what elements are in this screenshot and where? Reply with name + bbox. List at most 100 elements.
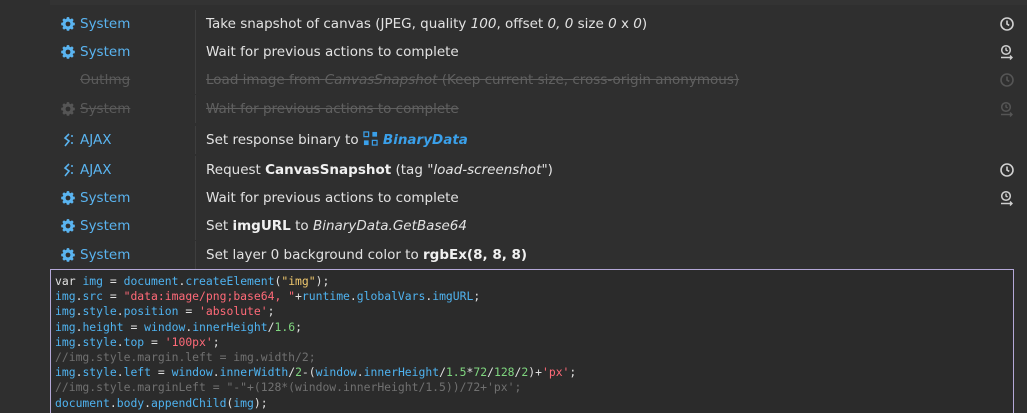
event-row[interactable]: OutImg Load image from CanvasSnapshot (Ke… xyxy=(50,66,1027,94)
event-row[interactable]: System Set layer 0 background color to rg… xyxy=(50,241,1027,269)
action-part: CanvasSnapshot xyxy=(265,162,392,178)
object-cell[interactable]: System xyxy=(50,212,196,240)
code-token: appendChild xyxy=(151,395,227,410)
code-token: window xyxy=(144,319,186,334)
code-token: "img" xyxy=(281,274,316,288)
code-token: . xyxy=(349,289,357,304)
object-cell[interactable]: System xyxy=(50,38,196,66)
object-cell[interactable]: System xyxy=(50,10,196,38)
object-cell[interactable]: OutImg xyxy=(50,66,196,94)
object-name: OutImg xyxy=(80,72,131,88)
code-token: 1.5 xyxy=(445,365,467,380)
code-line: img. src = "data:image/png;base64, "+runt… xyxy=(55,289,1013,304)
event-row[interactable]: System Set imgURL to BinaryData.GetBase64 xyxy=(50,212,1027,240)
code-token: window xyxy=(315,365,357,380)
code-token: . xyxy=(116,304,124,319)
code-token: left xyxy=(123,365,152,380)
code-token: body xyxy=(116,395,145,410)
gear-icon xyxy=(60,247,76,263)
binary-icon xyxy=(363,130,378,150)
action-text[interactable]: Request CanvasSnapshot (tag "load-screen… xyxy=(196,162,987,178)
gear-icon xyxy=(60,16,76,32)
object-cell[interactable]: AJAX xyxy=(50,156,196,184)
event-row[interactable]: System Wait for previous actions to compl… xyxy=(50,38,1027,66)
code-token: img xyxy=(55,304,76,319)
code-token: ; xyxy=(212,334,220,349)
wait-icon xyxy=(987,44,1027,60)
code-line: img.height = window.innerHeight/1.6; xyxy=(55,320,1013,335)
gear-icon xyxy=(60,44,76,60)
action-part: BinaryData.GetBase64 xyxy=(312,218,467,234)
action-text[interactable]: Set imgURL to BinaryData.GetBase64 xyxy=(196,218,987,234)
event-row[interactable]: AJAX Set response binary to BinaryData xyxy=(50,126,1027,154)
code-token: )+ xyxy=(528,365,542,380)
object-name: System xyxy=(80,218,131,234)
action-text[interactable]: Set layer 0 background color to rgbEx(8,… xyxy=(196,247,987,263)
action-text[interactable]: Take snapshot of canvas (JPEG, quality 1… xyxy=(196,16,987,32)
event-row[interactable]: AJAX Request CanvasSnapshot (tag "load-sc… xyxy=(50,156,1027,184)
action-text[interactable]: Wait for previous actions to complete xyxy=(196,190,987,206)
action-part: CanvasSnapshot xyxy=(324,72,438,88)
code-token: top xyxy=(123,334,145,349)
object-cell[interactable]: System xyxy=(50,241,196,269)
action-part: Set response binary to xyxy=(206,131,363,148)
code-token: height xyxy=(82,319,124,334)
event-row[interactable]: System Take snapshot of canvas (JPEG, qua… xyxy=(50,10,1027,38)
action-text[interactable]: Wait for previous actions to complete xyxy=(196,101,987,117)
binary-data-link[interactable]: BinaryData xyxy=(363,130,468,150)
code-line: var img = document.createElement("img"); xyxy=(55,274,1013,289)
code-token: 'absolute' xyxy=(199,304,268,319)
action-part: to xyxy=(290,218,313,234)
code-token: position xyxy=(123,304,179,319)
ajax-icon xyxy=(60,132,76,148)
code-token: style xyxy=(82,304,117,319)
code-token: -( xyxy=(301,365,316,380)
gear-icon xyxy=(60,101,76,117)
code-token: ); xyxy=(253,395,268,410)
action-part: Request xyxy=(206,162,266,178)
action-part: x xyxy=(616,16,634,32)
code-token: img xyxy=(55,365,76,380)
code-line: document.body.appendChild(img); xyxy=(55,396,1013,411)
top-separator xyxy=(50,0,1027,5)
action-part: 100 xyxy=(470,16,497,32)
action-part: rgbEx(8, 8, 8) xyxy=(423,247,528,263)
object-cell[interactable]: System xyxy=(50,184,196,212)
code-token: innerHeight xyxy=(192,319,268,334)
action-part: Wait for previous actions to complete xyxy=(206,190,459,206)
action-text[interactable]: Wait for previous actions to complete xyxy=(196,44,987,60)
object-cell[interactable]: AJAX xyxy=(50,126,196,154)
action-part: ) xyxy=(641,16,648,32)
object-name: System xyxy=(80,101,131,117)
event-row[interactable]: System Wait for previous actions to compl… xyxy=(50,95,1027,123)
code-token: src xyxy=(82,289,104,304)
blank-icon xyxy=(60,72,76,88)
code-token: = xyxy=(103,289,124,304)
code-token: / xyxy=(439,365,446,380)
action-text[interactable]: Set response binary to BinaryData xyxy=(196,130,987,150)
code-token: = xyxy=(123,319,145,334)
code-token: innerHeight xyxy=(363,365,440,380)
object-name: AJAX xyxy=(80,162,112,178)
code-token: . xyxy=(116,334,124,349)
action-part: size xyxy=(573,16,609,32)
object-name: System xyxy=(80,44,131,60)
event-row[interactable]: System Wait for previous actions to compl… xyxy=(50,184,1027,212)
code-token: . xyxy=(116,365,124,380)
action-text[interactable]: Load image from CanvasSnapshot (Keep cur… xyxy=(196,72,987,88)
object-name: System xyxy=(80,190,131,206)
code-token: = xyxy=(144,334,165,349)
action-part: (Keep current size, cross-origin anonymo… xyxy=(437,72,740,88)
code-token: 1.6 xyxy=(274,319,296,334)
object-cell[interactable]: System xyxy=(50,95,196,123)
action-part: Load image from xyxy=(206,72,325,88)
code-token: 'px' xyxy=(541,365,570,380)
code-token: window xyxy=(171,365,213,380)
script-code-block[interactable]: var img = document.createElement("img");… xyxy=(50,269,1014,413)
wait-icon xyxy=(987,190,1027,206)
code-token: img xyxy=(55,289,76,304)
code-token: innerWidth xyxy=(219,365,289,380)
action-part: 0, 0 xyxy=(547,16,574,32)
code-token: / xyxy=(487,365,494,380)
action-part: Wait for previous actions to complete xyxy=(206,101,459,117)
